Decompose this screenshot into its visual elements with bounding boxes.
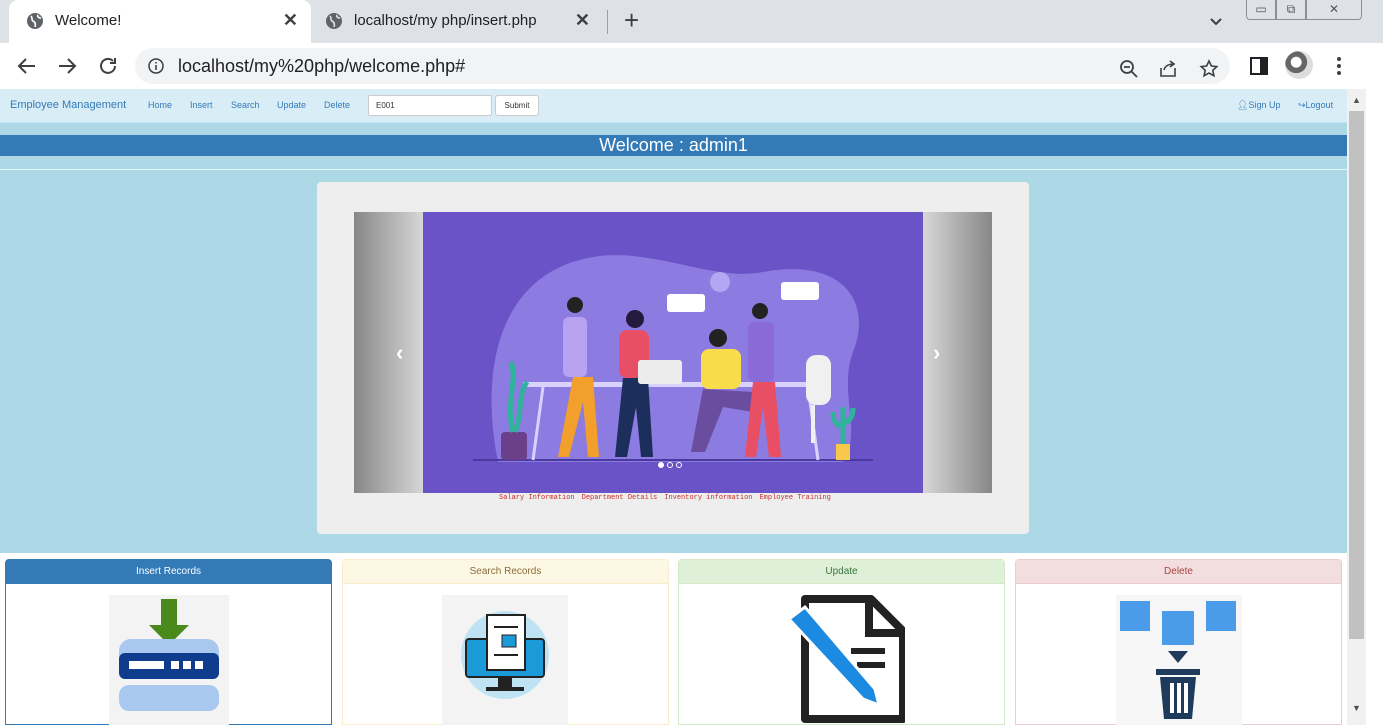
- nav-link-home[interactable]: Home: [148, 100, 172, 110]
- caption-training: Employee Training: [759, 494, 831, 502]
- address-bar[interactable]: localhost/my%20php/welcome.php#: [135, 48, 1230, 84]
- window-edge: [1366, 43, 1383, 725]
- action-cards: Insert Records Search Records Update Del…: [0, 553, 1347, 725]
- more-menu-icon[interactable]: [1328, 55, 1350, 77]
- tab-title: Welcome!: [55, 12, 122, 29]
- caption-department: Department Details: [581, 494, 658, 502]
- back-arrow-icon[interactable]: [15, 54, 39, 78]
- caption-salary: Salary Information: [499, 494, 575, 502]
- card-heading: Update: [679, 560, 1004, 584]
- tab-welcome[interactable]: Welcome! ✕: [9, 0, 311, 43]
- close-tab-icon[interactable]: ✕: [283, 10, 298, 31]
- edit-document-icon: [786, 595, 905, 723]
- tab-separator: [607, 10, 608, 34]
- carousel-indicators: [658, 462, 682, 468]
- nav-link-update[interactable]: Update: [277, 100, 306, 110]
- search-records-card[interactable]: Search Records: [342, 559, 669, 725]
- forward-arrow-icon[interactable]: [55, 54, 79, 78]
- carousel-prev-control[interactable]: ‹: [354, 212, 423, 493]
- browser-toolbar: localhost/my%20php/welcome.php#: [0, 43, 1383, 89]
- tab-title: localhost/my php/insert.php: [354, 12, 537, 29]
- carousel-container: ‹ › Salary Information Department Details…: [317, 182, 1029, 534]
- carousel-indicator[interactable]: [658, 462, 664, 468]
- bookmark-star-icon[interactable]: [1199, 59, 1219, 79]
- update-card[interactable]: Update: [678, 559, 1005, 725]
- welcome-banner: Welcome : admin1: [0, 135, 1347, 156]
- trash-documents-icon: [1116, 595, 1242, 725]
- logout-icon: ↪: [1298, 100, 1306, 110]
- nav-link-insert[interactable]: Insert: [190, 100, 213, 110]
- profile-avatar[interactable]: [1285, 51, 1313, 79]
- card-heading: Delete: [1016, 560, 1341, 584]
- nav-link-delete[interactable]: Delete: [324, 100, 350, 110]
- team-illustration: [423, 212, 923, 493]
- globe-icon: [326, 13, 342, 29]
- employee-id-input[interactable]: E001: [368, 95, 492, 116]
- close-window-button[interactable]: ✕: [1306, 0, 1362, 20]
- search-computer-icon: [442, 595, 568, 725]
- user-icon: 👤︎: [1237, 100, 1249, 110]
- nav-link-search[interactable]: Search: [231, 100, 260, 110]
- logout-label: Logout: [1305, 100, 1334, 110]
- site-info-icon[interactable]: [148, 58, 164, 74]
- minimize-button[interactable]: ▭: [1246, 0, 1276, 20]
- new-tab-button[interactable]: +: [624, 7, 639, 33]
- insert-records-card[interactable]: Insert Records: [5, 559, 332, 725]
- divider: [0, 169, 1347, 170]
- sign-up-label: Sign Up: [1248, 100, 1281, 110]
- navbar-brand[interactable]: Employee Management: [10, 99, 126, 111]
- scroll-down-icon[interactable]: ▼: [1352, 703, 1361, 713]
- scrollbar-thumb[interactable]: [1349, 111, 1364, 639]
- card-heading: Search Records: [343, 560, 668, 584]
- browser-tab-strip: Welcome! ✕ localhost/my php/insert.php ✕…: [0, 0, 1383, 43]
- carousel-captions: Salary Information Department Details Inve…: [499, 494, 838, 502]
- scroll-up-icon[interactable]: ▲: [1352, 95, 1361, 105]
- chevron-left-icon: ‹: [396, 340, 404, 365]
- tab-insert[interactable]: localhost/my php/insert.php ✕: [313, 0, 603, 43]
- reload-icon[interactable]: [96, 54, 120, 78]
- page-scrollbar[interactable]: ▲ ▼: [1347, 89, 1366, 725]
- site-navbar: Employee Management Home Insert Search U…: [0, 89, 1347, 123]
- globe-icon: [27, 13, 43, 29]
- restore-button[interactable]: ⧉: [1276, 0, 1306, 20]
- side-panel-icon[interactable]: [1248, 55, 1270, 77]
- share-icon[interactable]: [1158, 59, 1178, 79]
- url-text: localhost/my%20php/welcome.php#: [178, 56, 466, 76]
- card-heading: Insert Records: [6, 560, 331, 584]
- zoom-out-icon[interactable]: [1119, 59, 1139, 79]
- insert-database-icon: [109, 595, 229, 725]
- carousel-next-control[interactable]: ›: [923, 212, 992, 493]
- tab-search-chevron-icon[interactable]: [1209, 15, 1223, 29]
- page-content: Employee Management Home Insert Search U…: [0, 89, 1347, 725]
- carousel-indicator[interactable]: [667, 462, 673, 468]
- close-tab-icon[interactable]: ✕: [575, 10, 590, 31]
- caption-inventory: Inventory information: [664, 494, 753, 502]
- logout-link[interactable]: ↪Logout: [1298, 100, 1333, 111]
- submit-button[interactable]: Submit: [495, 95, 539, 116]
- chevron-right-icon: ›: [933, 340, 941, 365]
- image-carousel[interactable]: ‹ ›: [354, 212, 992, 493]
- sign-up-link[interactable]: 👤︎Sign Up: [1237, 100, 1280, 111]
- carousel-indicator[interactable]: [676, 462, 682, 468]
- delete-card[interactable]: Delete: [1015, 559, 1342, 725]
